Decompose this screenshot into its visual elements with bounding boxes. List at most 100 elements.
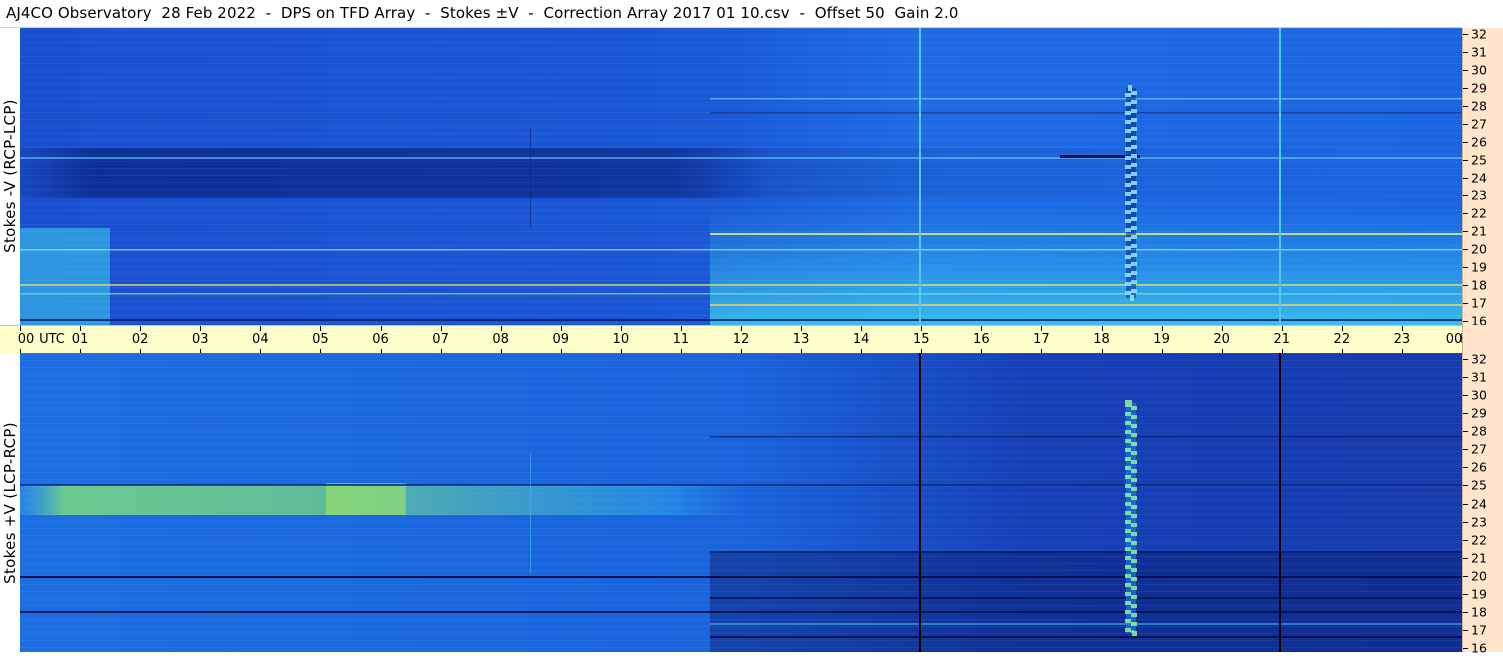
hour-label: 21	[1273, 332, 1291, 347]
freq-label: 26	[1471, 134, 1487, 150]
hour-tick	[801, 326, 803, 331]
hour-label: 22	[1333, 332, 1351, 347]
freq-label: 23	[1471, 514, 1487, 530]
freq-tick	[1463, 141, 1468, 143]
freq-tick	[1463, 359, 1468, 360]
freq-label: 21	[1471, 550, 1487, 566]
title-bar: AJ4CO Observatory 28 Feb 2022 - DPS on T…	[0, 0, 1462, 28]
hour-tick	[921, 326, 923, 331]
freq-tick	[1463, 267, 1468, 269]
freq-label: 22	[1471, 205, 1487, 221]
hour-label: 15	[912, 332, 930, 347]
freq-tick	[1463, 629, 1468, 631]
freq-label: 21	[1471, 223, 1487, 239]
freq-tick	[1463, 503, 1468, 505]
freq-tick	[1463, 195, 1468, 197]
hour-tick	[140, 326, 142, 331]
hour-label: 02	[131, 332, 149, 347]
top-frequency-scale: 32 31 30 29 28 27 26 25 24 23 22 21 20 19 18 17 16	[1462, 26, 1503, 329]
hour-tick	[560, 326, 562, 331]
freq-label: 20	[1471, 568, 1487, 584]
hour-tick	[1401, 326, 1403, 331]
hour-label: 01	[71, 332, 89, 347]
bottom-panel-label: Stokes +V (LCP-RCP)	[1, 422, 19, 584]
freq-label: 17	[1471, 295, 1487, 311]
freq-label: 16	[1471, 640, 1487, 656]
freq-tick	[1463, 105, 1468, 107]
bottom-burst-column	[1125, 400, 1137, 636]
freq-tick	[1463, 285, 1468, 287]
hour-tick	[861, 326, 863, 331]
hour-tick	[1101, 326, 1103, 331]
freq-tick	[1463, 231, 1468, 233]
hour-label: 08	[492, 332, 509, 347]
hour-label: 10	[612, 332, 630, 347]
freq-label: 18	[1471, 277, 1487, 293]
freq-label: 23	[1471, 187, 1487, 203]
hour-label: 18	[1093, 332, 1110, 347]
axis-corner-box	[1462, 325, 1503, 353]
freq-label: 32	[1471, 26, 1487, 42]
freq-label: 28	[1471, 98, 1487, 114]
bottom-spectrogram	[20, 353, 1462, 652]
freq-label: 25	[1471, 152, 1487, 168]
freq-label: 27	[1471, 441, 1487, 457]
time-axis: 00 01 02 03 04 05 06 07 08 09 10 11 12 13 14 15 16 17 18 19…	[0, 325, 1488, 355]
freq-label: 31	[1471, 44, 1487, 60]
hour-label: 19	[1153, 332, 1170, 347]
top-burst-column	[1125, 85, 1137, 301]
top-stripe-texture	[20, 28, 1462, 325]
freq-tick	[1463, 321, 1468, 322]
freq-tick	[1463, 159, 1468, 161]
freq-label: 27	[1471, 116, 1487, 132]
hour-label: 09	[552, 332, 570, 347]
hour-label: 20	[1213, 332, 1230, 347]
hour-label: 00	[17, 332, 35, 347]
freq-label: 19	[1471, 586, 1487, 602]
freq-tick	[1463, 593, 1468, 595]
bottom-spectrogram-image	[20, 353, 1462, 652]
hour-label: 16	[973, 332, 990, 347]
bottom-frequency-scale: 32 31 30 29 28 27 26 25 24 23 22 21 20 19 18 17 16	[1462, 352, 1503, 656]
freq-tick	[1463, 449, 1468, 451]
hour-tick	[1281, 326, 1283, 331]
hour-tick	[1221, 326, 1223, 331]
hour-tick	[260, 326, 262, 331]
chart-title: AJ4CO Observatory 28 Feb 2022 - DPS on T…	[6, 4, 959, 22]
freq-label: 24	[1471, 496, 1487, 511]
hour-tick	[440, 326, 442, 331]
freq-tick	[1463, 34, 1468, 35]
freq-label: 30	[1471, 62, 1487, 78]
hour-tick	[680, 326, 682, 331]
hour-label: 12	[732, 332, 750, 347]
freq-tick	[1463, 611, 1468, 613]
freq-label: 30	[1471, 387, 1487, 403]
hour-tick	[200, 326, 202, 331]
hour-tick	[1161, 326, 1163, 331]
top-spectrogram-image	[20, 28, 1462, 325]
freq-label: 29	[1471, 405, 1487, 421]
freq-label: 29	[1471, 80, 1487, 96]
freq-tick	[1463, 467, 1468, 469]
freq-tick	[1463, 431, 1468, 433]
hour-tick	[1341, 326, 1343, 331]
freq-tick	[1463, 575, 1468, 577]
freq-tick	[1463, 413, 1468, 415]
freq-label: 18	[1471, 604, 1487, 620]
freq-tick	[1463, 123, 1468, 125]
hour-tick	[320, 326, 322, 331]
freq-label: 24	[1471, 170, 1487, 185]
freq-tick	[1463, 648, 1468, 649]
hour-label: 04	[252, 332, 269, 347]
freq-tick	[1463, 87, 1468, 89]
freq-tick	[1463, 213, 1468, 215]
hour-label: 17	[1033, 332, 1050, 347]
top-panel-label: Stokes -V (RCP-LCP)	[1, 99, 19, 253]
freq-tick	[1463, 303, 1468, 305]
freq-tick	[1463, 395, 1468, 397]
freq-tick	[1463, 177, 1468, 179]
bottom-stripe-texture	[20, 353, 1462, 652]
freq-label: 26	[1471, 459, 1487, 475]
hour-label: 05	[312, 332, 329, 347]
hour-tick	[500, 326, 502, 331]
